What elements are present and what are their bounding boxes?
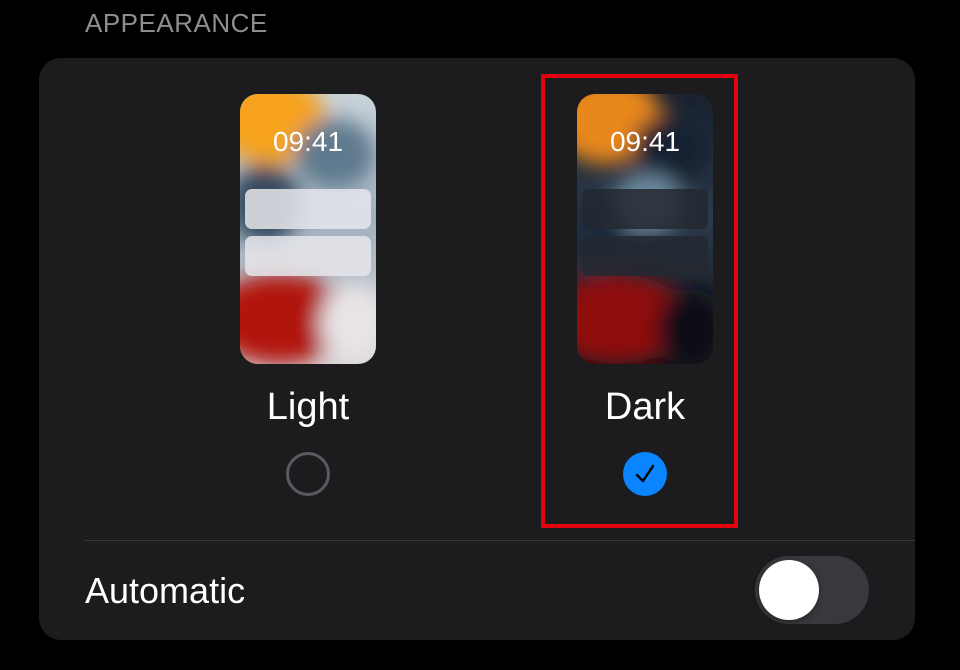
dark-preview-time: 09:41 xyxy=(609,126,681,157)
light-preview-notification xyxy=(245,189,371,229)
dark-preview-notification xyxy=(582,189,708,229)
dark-option-label: Dark xyxy=(604,386,686,428)
dark-preview-notification xyxy=(582,236,708,276)
appearance-card: 09:41 Light 09:41 Dark Automatic xyxy=(39,58,915,640)
light-option-label: Light xyxy=(266,386,350,428)
automatic-toggle[interactable] xyxy=(755,556,869,624)
automatic-row: Automatic xyxy=(39,541,915,640)
dark-radio-button[interactable] xyxy=(623,452,667,496)
dark-preview-image[interactable]: 09:41 xyxy=(577,94,713,364)
appearance-option-light[interactable]: 09:41 Light xyxy=(228,94,388,496)
light-preview-time: 09:41 xyxy=(272,126,344,157)
automatic-label: Automatic xyxy=(85,570,246,611)
appearance-option-dark[interactable]: 09:41 Dark xyxy=(565,94,725,496)
light-preview-notification xyxy=(245,236,371,276)
checkmark-icon xyxy=(635,464,655,483)
toggle-knob[interactable] xyxy=(759,560,819,620)
light-preview-image[interactable]: 09:41 xyxy=(240,94,376,364)
light-radio-button[interactable] xyxy=(286,452,330,496)
section-header-appearance: APPEARANCE xyxy=(85,8,268,38)
